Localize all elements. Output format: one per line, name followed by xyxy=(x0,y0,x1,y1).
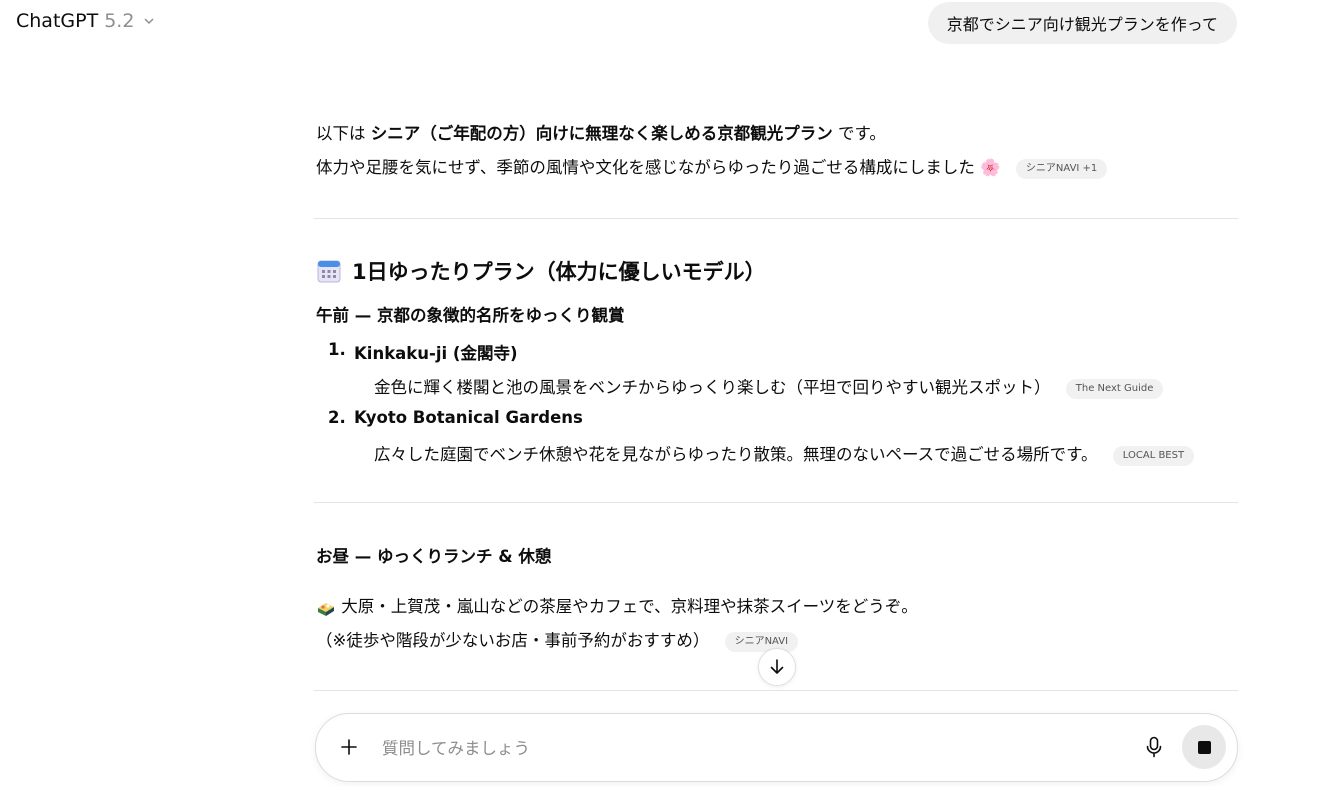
morning-heading: 午前 — 京都の象徴的名所をゆっくり観賞 xyxy=(316,306,625,325)
lunch-line-2: （※徒歩や階段が少ないお店・事前予約がおすすめ） シニアNAVI xyxy=(316,629,799,653)
divider xyxy=(314,502,1238,503)
lunch-text-2: （※徒歩や階段が少ないお店・事前予約がおすすめ） xyxy=(316,631,710,650)
stop-icon xyxy=(1197,740,1211,754)
citation-chip[interactable]: シニアNAVI +1 xyxy=(1015,158,1108,179)
intro-prefix: 以下は xyxy=(316,124,366,143)
plus-icon xyxy=(341,739,357,755)
prompt-input[interactable] xyxy=(380,734,1104,762)
chevron-down-icon xyxy=(144,18,154,25)
arrow-down-icon xyxy=(770,659,784,674)
list-item-number: 2. xyxy=(328,408,346,427)
citation-chip[interactable]: シニアNAVI xyxy=(724,631,799,652)
list-item-title: Kinkaku-ji (金閣寺) xyxy=(354,344,518,363)
list-item-desc-text: 金色に輝く楼閣と池の風景をベンチからゆっくり楽しむ（平坦で回りやすい観光スポット… xyxy=(374,378,1051,397)
model-name: ChatGPT xyxy=(16,10,99,32)
divider xyxy=(314,690,1238,691)
stop-generating-button[interactable] xyxy=(1182,725,1226,769)
cherry-blossom-icon: 🌸 xyxy=(980,158,1001,177)
intro-bold: シニア（ご年配の方）向けに無理なく楽しめる京都観光プラン xyxy=(370,124,833,143)
lunch-text-1: 大原・上賀茂・嵐山などの茶屋やカフェで、京料理や抹茶スイーツをどうぞ。 xyxy=(341,597,918,616)
list-item-desc: 広々した庭園でベンチ休憩や花を見ながらゆったり散策。無理のないペースで過ごせる場… xyxy=(374,441,1195,466)
intro-line-2: 体力や足腰を気にせず、季節の風情や文化を感じながらゆったり過ごせる構成にしました… xyxy=(316,156,1108,180)
list-item-number: 1. xyxy=(328,340,346,359)
intro-text: 体力や足腰を気にせず、季節の風情や文化を感じながらゆったり過ごせる構成にしました xyxy=(316,158,975,177)
calendar-icon xyxy=(317,260,341,283)
citation-chip[interactable]: LOCAL BEST xyxy=(1112,445,1195,466)
model-version: 5.2 xyxy=(104,10,135,32)
divider xyxy=(314,218,1238,219)
list-item-desc: 金色に輝く楼閣と池の風景をベンチからゆっくり楽しむ（平坦で回りやすい観光スポット… xyxy=(374,374,1164,399)
lunch-line-1: 大原・上賀茂・嵐山などの茶屋やカフェで、京料理や抹茶スイーツをどうぞ。 xyxy=(316,595,918,619)
dictate-button[interactable] xyxy=(1142,734,1166,760)
citation-chip[interactable]: The Next Guide xyxy=(1065,378,1164,399)
lunch-heading: お昼 — ゆっくりランチ & 休憩 xyxy=(316,547,552,566)
bento-icon xyxy=(318,602,334,616)
user-message: 京都でシニア向け観光プランを作って xyxy=(927,2,1237,44)
microphone-icon xyxy=(1146,736,1162,758)
intro-line-1: 以下は シニア（ご年配の方）向けに無理なく楽しめる京都観光プラン です。 xyxy=(316,122,886,146)
plan-heading: 1日ゆったりプラン（体力に優しいモデル） xyxy=(316,256,766,286)
list-item-title: Kyoto Botanical Gardens xyxy=(354,408,583,427)
add-attachment-button[interactable] xyxy=(334,732,364,762)
plan-title: 1日ゆったりプラン（体力に優しいモデル） xyxy=(352,260,766,284)
list-item-desc-text: 広々した庭園でベンチ休憩や花を見ながらゆったり散策。無理のないペースで過ごせる場… xyxy=(374,445,1098,464)
scroll-to-bottom-button[interactable] xyxy=(758,648,796,686)
intro-suffix: です。 xyxy=(838,124,886,143)
model-switcher[interactable]: ChatGPT 5.2 xyxy=(16,10,156,32)
composer xyxy=(315,713,1238,782)
